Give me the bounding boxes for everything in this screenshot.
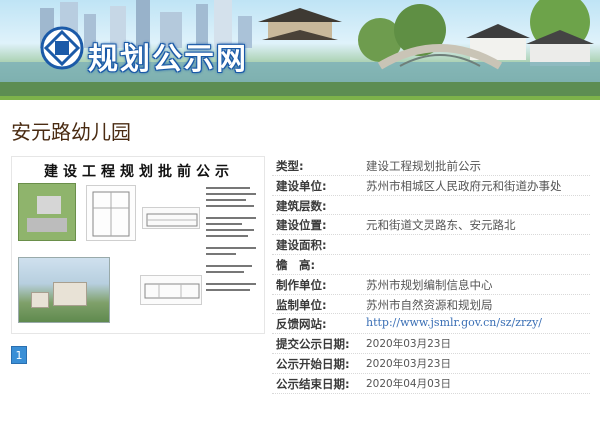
site-plan-image <box>18 183 76 241</box>
elevation-image <box>142 207 200 229</box>
site-banner: 规划公示网 <box>0 0 600 96</box>
label-feedback-site: 反馈网站: <box>276 317 327 332</box>
label-producer: 制作单位: <box>276 277 327 292</box>
value-start-date: 2020年03月23日 <box>366 357 451 370</box>
floor-plan-image <box>86 185 136 241</box>
section-image <box>140 275 202 305</box>
info-row-builder: 建设单位: 苏州市相城区人民政府元和街道办事处 <box>272 176 590 196</box>
feedback-site-link[interactable]: http://www.jsmlr.gov.cn/sz/zrzy/ <box>366 316 542 329</box>
page-1-button[interactable]: 1 <box>11 346 27 364</box>
label-floors: 建筑层数: <box>276 198 327 213</box>
label-area: 建设面积: <box>276 238 327 253</box>
info-row-location: 建设位置: 元和街道文灵路东、安元路北 <box>272 215 590 236</box>
site-title[interactable]: 规划公示网 <box>88 34 248 78</box>
label-start-date: 公示开始日期: <box>276 356 350 371</box>
banner-divider <box>0 96 600 100</box>
label-location: 建设位置: <box>276 218 327 233</box>
value-producer: 苏州市规划编制信息中心 <box>366 277 493 292</box>
info-row-start-date: 公示开始日期: 2020年03月23日 <box>272 354 590 374</box>
value-submit-date: 2020年03月23日 <box>366 338 451 351</box>
value-builder: 苏州市相城区人民政府元和街道办事处 <box>366 178 562 193</box>
rendering-image <box>18 257 110 323</box>
info-row-submit-date: 提交公示日期: 2020年03月23日 <box>272 334 590 354</box>
label-builder: 建设单位: <box>276 178 327 193</box>
info-row-supervisor: 监制单位: 苏州市自然资源和规划局 <box>272 295 590 315</box>
label-eave-height: 檐 高: <box>276 257 316 272</box>
value-end-date: 2020年04月03日 <box>366 377 451 390</box>
page-title: 安元路幼儿园 <box>11 120 131 144</box>
label-submit-date: 提交公示日期: <box>276 337 350 352</box>
value-type: 建设工程规划批前公示 <box>366 159 481 173</box>
info-row-producer: 制作单位: 苏州市规划编制信息中心 <box>272 275 590 295</box>
site-logo-icon[interactable] <box>40 26 84 70</box>
info-row-floors: 建筑层数: <box>272 196 590 216</box>
info-row-feedback-site: 反馈网站: http://www.jsmlr.gov.cn/sz/zrzy/ <box>272 314 590 335</box>
label-end-date: 公示结束日期: <box>276 376 350 391</box>
label-type: 类型: <box>276 159 304 173</box>
info-row-area: 建设面积: <box>272 235 590 255</box>
value-supervisor: 苏州市自然资源和规划局 <box>366 297 493 312</box>
project-info-table: 类型: 建设工程规划批前公示 建设单位: 苏州市相城区人民政府元和街道办事处 建… <box>272 156 590 394</box>
info-row-end-date: 公示结束日期: 2020年04月03日 <box>272 374 590 394</box>
thumbnail-heading: 建设工程规划批前公示 <box>44 164 234 180</box>
notice-thumbnail[interactable]: 建设工程规划批前公示 <box>11 156 265 334</box>
info-row-eave-height: 檐 高: <box>272 255 590 275</box>
value-location: 元和街道文灵路东、安元路北 <box>366 218 516 233</box>
notice-text-image <box>204 183 260 323</box>
label-supervisor: 监制单位: <box>276 297 327 312</box>
info-row-type: 类型: 建设工程规划批前公示 <box>272 156 590 176</box>
